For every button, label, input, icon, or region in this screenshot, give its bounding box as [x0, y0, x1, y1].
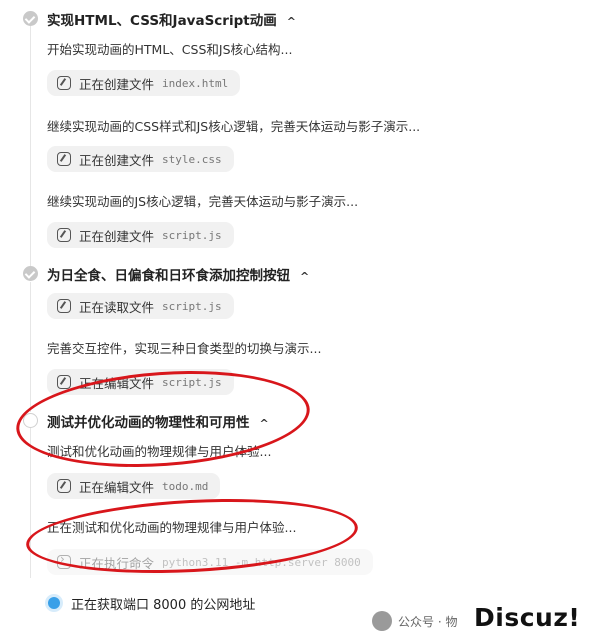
step-title[interactable]: 实现HTML、CSS和JavaScript动画 ^ — [47, 9, 296, 29]
action-label: 正在创建文件 — [79, 76, 155, 92]
step-complete-icon — [23, 11, 38, 26]
pencil-icon — [57, 299, 71, 313]
step-description: 开始实现动画的HTML、CSS和JS核心结构... — [47, 42, 293, 57]
file-name: script.js — [162, 299, 222, 313]
watermark: 公众号 · 物 Discuz! — [372, 603, 580, 635]
pencil-icon — [57, 375, 71, 389]
file-name: script.js — [162, 228, 222, 242]
timeline-rail — [30, 26, 31, 266]
wechat-logo-icon — [372, 611, 392, 631]
action-label: 正在创建文件 — [79, 228, 155, 244]
timeline-rail — [30, 428, 31, 578]
live-status-text: 正在获取端口 8000 的公网地址 — [71, 598, 256, 613]
action-label: 正在编辑文件 — [79, 479, 155, 495]
step-title-text: 为日全食、日偏食和日环食添加控制按钮 — [47, 268, 290, 284]
file-action-chip[interactable]: 正在创建文件 style.css — [47, 146, 234, 172]
file-action-chip[interactable]: 正在读取文件 script.js — [47, 293, 234, 319]
step-title[interactable]: 为日全食、日偏食和日环食添加控制按钮 ^ — [47, 264, 309, 284]
watermark-source: 公众号 · 物 — [398, 614, 458, 629]
live-status-indicator — [48, 597, 60, 609]
chevron-up-icon[interactable]: ^ — [300, 270, 309, 283]
step-title-text: 实现HTML、CSS和JavaScript动画 — [47, 13, 277, 29]
pencil-icon — [57, 228, 71, 242]
step-description: 继续实现动画的JS核心逻辑，完善天体运动与影子演示... — [47, 194, 359, 209]
file-name: index.html — [162, 76, 229, 90]
watermark-brand: Discuz! — [474, 603, 581, 632]
step-description: 完善交互控件，实现三种日食类型的切换与演示... — [47, 341, 322, 356]
step-complete-icon — [23, 266, 38, 281]
file-action-chip[interactable]: 正在创建文件 index.html — [47, 70, 241, 96]
timeline-rail — [30, 282, 31, 412]
file-name: todo.md — [162, 479, 209, 493]
file-action-chip[interactable]: 正在编辑文件 todo.md — [47, 473, 221, 499]
action-label: 正在创建文件 — [79, 152, 155, 168]
pencil-icon — [57, 479, 71, 493]
file-action-chip[interactable]: 正在创建文件 script.js — [47, 222, 234, 248]
step-description: 继续实现动画的CSS样式和JS核心逻辑，完善天体运动与影子演示... — [47, 119, 421, 134]
file-name: style.css — [162, 152, 222, 166]
action-label: 正在读取文件 — [79, 299, 155, 315]
pencil-icon — [57, 76, 71, 90]
chevron-up-icon[interactable]: ^ — [287, 15, 296, 28]
pencil-icon — [57, 152, 71, 166]
